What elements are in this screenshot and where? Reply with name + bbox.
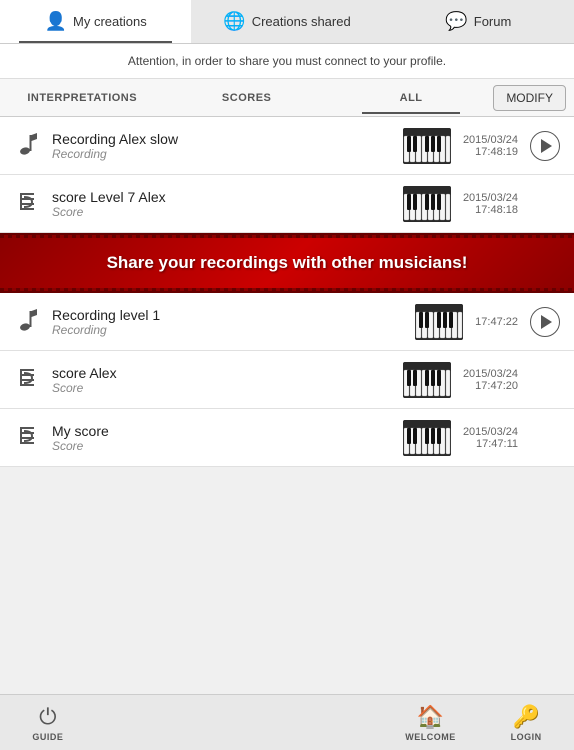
- sub-tabs: INTERPRETATIONS SCORES ALL MODIFY: [0, 79, 574, 117]
- footer-login-label: LOGIN: [511, 732, 542, 742]
- tab-my-creations-label: My creations: [73, 14, 147, 29]
- item-thumbnail: [403, 362, 451, 398]
- item-subtitle: Recording: [52, 147, 391, 161]
- item-title: Recording level 1: [52, 307, 403, 323]
- globe-icon: 🌐: [223, 11, 245, 32]
- item-subtitle: Score: [52, 205, 391, 219]
- item-text: score Level 7 Alex Score: [52, 189, 391, 219]
- tab-creations-shared-label: Creations shared: [252, 14, 351, 29]
- tab-forum-label: Forum: [474, 14, 512, 29]
- list-item: score Alex Score 2015/03/2417:47:20: [0, 351, 574, 409]
- header-tabs: 👤 My creations 🌐 Creations shared 💬 Foru…: [0, 0, 574, 44]
- item-subtitle: Score: [52, 381, 391, 395]
- item-text: score Alex Score: [52, 365, 391, 395]
- attention-banner: Attention, in order to share you must co…: [0, 44, 574, 79]
- item-date: 17:47:22: [475, 316, 518, 328]
- list-area-top: Recording Alex slow Recording 2015/03/24…: [0, 117, 574, 233]
- play-button[interactable]: [530, 307, 560, 337]
- promo-banner: Share your recordings with other musicia…: [0, 233, 574, 293]
- list-item: score Level 7 Alex Score 2015/03/2417:48…: [0, 175, 574, 233]
- promo-text: Share your recordings with other musicia…: [107, 253, 468, 272]
- key-icon: 🔑: [512, 704, 539, 730]
- tab-my-creations[interactable]: 👤 My creations: [0, 0, 191, 43]
- item-text: My score Score: [52, 423, 391, 453]
- attention-text: Attention, in order to share you must co…: [128, 54, 446, 68]
- footer-welcome-label: WELCOME: [405, 732, 456, 742]
- item-title: My score: [52, 423, 391, 439]
- sub-tab-interpretations[interactable]: INTERPRETATIONS: [0, 82, 164, 114]
- item-date: 2015/03/2417:48:19: [463, 134, 518, 158]
- item-thumbnail: [403, 420, 451, 456]
- list-item: Recording level 1 Recording 17:47:22: [0, 293, 574, 351]
- item-date: 2015/03/2417:47:20: [463, 368, 518, 392]
- note-icon: [14, 131, 42, 161]
- tab-creations-shared[interactable]: 🌐 Creations shared: [191, 0, 382, 43]
- item-thumbnail: [403, 128, 451, 164]
- item-text: Recording level 1 Recording: [52, 307, 403, 337]
- footer: ⏻ GUIDE 🏠 WELCOME 🔑 LOGIN: [0, 694, 574, 750]
- sub-tab-scores-label: SCORES: [222, 92, 271, 104]
- modify-button[interactable]: MODIFY: [493, 85, 566, 111]
- chat-icon: 💬: [445, 11, 467, 32]
- item-date: 2015/03/2417:48:18: [463, 192, 518, 216]
- sub-tab-all[interactable]: ALL: [329, 82, 493, 114]
- sub-tab-all-label: ALL: [400, 92, 423, 104]
- footer-guide[interactable]: ⏻ GUIDE: [0, 704, 96, 742]
- list-item: Recording Alex slow Recording 2015/03/24…: [0, 117, 574, 175]
- home-icon: 🏠: [417, 704, 444, 730]
- sub-tab-scores[interactable]: SCORES: [164, 82, 328, 114]
- score-icon: [14, 189, 42, 219]
- item-date: 2015/03/2417:47:11: [463, 426, 518, 450]
- item-title: score Alex: [52, 365, 391, 381]
- footer-welcome[interactable]: 🏠 WELCOME: [383, 704, 479, 742]
- footer-guide-label: GUIDE: [32, 732, 63, 742]
- item-title: score Level 7 Alex: [52, 189, 391, 205]
- footer-login[interactable]: 🔑 LOGIN: [478, 704, 574, 742]
- item-thumbnail: [415, 304, 463, 340]
- item-title: Recording Alex slow: [52, 131, 391, 147]
- user-icon: 👤: [45, 11, 67, 32]
- score-icon: [14, 365, 42, 395]
- power-icon: ⏻: [39, 704, 56, 730]
- list-area-bottom: Recording level 1 Recording 17:47:22: [0, 293, 574, 467]
- item-subtitle: Score: [52, 439, 391, 453]
- tab-forum[interactable]: 💬 Forum: [383, 0, 574, 43]
- play-button[interactable]: [530, 131, 560, 161]
- item-text: Recording Alex slow Recording: [52, 131, 391, 161]
- note-icon: [14, 307, 42, 337]
- sub-tab-interpretations-label: INTERPRETATIONS: [27, 92, 137, 104]
- score-icon: [14, 423, 42, 453]
- item-subtitle: Recording: [52, 323, 403, 337]
- item-thumbnail: [403, 186, 451, 222]
- list-item: My score Score 2015/03/2417:47:11: [0, 409, 574, 467]
